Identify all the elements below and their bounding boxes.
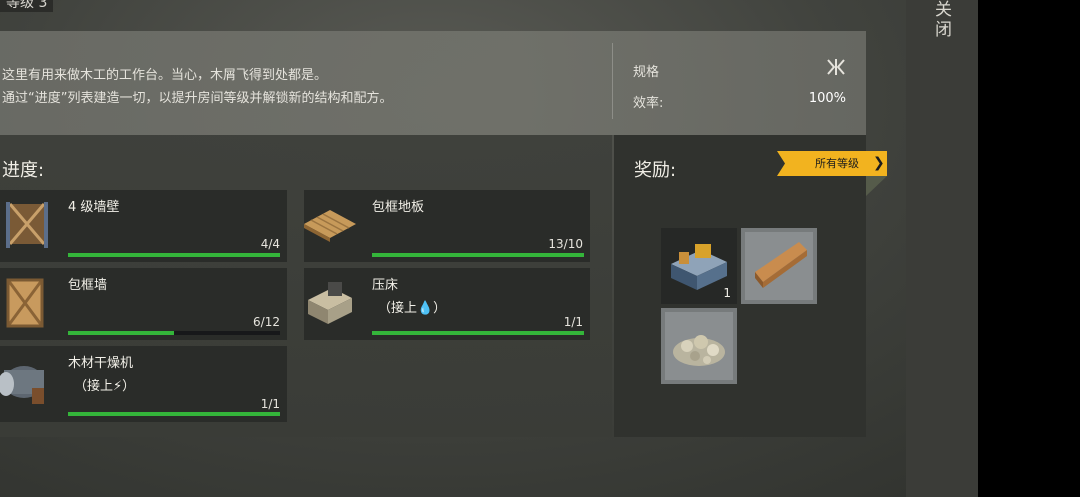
progress-item-framed-floor[interactable]: 包框地板 13/10: [304, 190, 590, 262]
item-count: 4/4: [260, 237, 280, 251]
description-line-2: 通过“进度”列表建造一切，以提升房间等级并解锁新的结构和配方。: [2, 91, 393, 106]
progress-item-wood-dryer[interactable]: 木材干燥机 （接上⚡） 1/1: [0, 346, 287, 422]
item-name: 木材干燥机: [68, 356, 134, 371]
all-levels-button[interactable]: 所有等级 ❯: [777, 151, 887, 176]
item-name: 4 级墙壁: [68, 200, 120, 215]
efficiency-value: 100%: [808, 91, 846, 106]
all-levels-label: 所有等级: [815, 157, 859, 170]
item-count: 1/1: [563, 315, 583, 329]
progress-bar: [68, 331, 280, 335]
chevron-right-icon: ❯: [873, 155, 885, 171]
wood-dryer-icon: [0, 366, 44, 404]
progress-bar: [372, 253, 584, 257]
rewards-title: 奖励:: [634, 160, 677, 181]
item-count: 6/12: [253, 315, 280, 329]
item-count: 1/1: [260, 397, 280, 411]
press-machine-icon: [308, 282, 352, 324]
gravel-pile-icon: [665, 312, 733, 380]
progress-bar: [68, 412, 280, 416]
item-name: 包框墙: [68, 278, 108, 293]
close-button[interactable]: 关闭: [930, 0, 954, 60]
screen-edge: [978, 0, 1080, 497]
efficiency-label: 效率:: [633, 96, 664, 111]
side-panel: [906, 0, 978, 497]
description-divider: [612, 43, 613, 119]
reward-slot-gravel[interactable]: [661, 308, 737, 384]
button-shadow: [866, 176, 887, 196]
progress-bar: [68, 253, 280, 257]
progress-item-framed-wall[interactable]: 包框墙 6/12: [0, 268, 287, 340]
reward-quantity: 1: [723, 286, 731, 300]
progress-bar: [372, 331, 584, 335]
wall-frame-icon: [6, 202, 48, 248]
floor-tile-icon: [304, 210, 356, 242]
arrows-icon: [827, 59, 845, 75]
progress-title: 进度:: [2, 160, 45, 181]
level-label: 等级 3: [0, 0, 54, 12]
wood-plank-icon: [745, 232, 813, 300]
description-line-1: 这里有用来做木工的工作台。当心，木屑飞得到处都是。: [2, 68, 328, 83]
reward-slot-workbench[interactable]: 1: [661, 228, 737, 304]
item-count: 13/10: [548, 237, 583, 251]
progress-item-wall-level4[interactable]: 4 级墙壁 4/4: [0, 190, 287, 262]
description-text: 这里有用来做木工的工作台。当心，木屑飞得到处都是。 通过“进度”列表建造一切，以…: [2, 64, 602, 110]
framed-wall-icon: [6, 278, 44, 328]
spec-label: 规格: [633, 65, 660, 80]
item-name: 压床: [372, 278, 399, 293]
item-name: 包框地板: [372, 200, 425, 215]
item-requirement-water: （接上💧）: [378, 301, 447, 316]
progress-item-press[interactable]: 压床 （接上💧） 1/1: [304, 268, 590, 340]
item-requirement-power: （接上⚡）: [74, 379, 136, 394]
reward-slot-wood-plank[interactable]: [741, 228, 817, 304]
